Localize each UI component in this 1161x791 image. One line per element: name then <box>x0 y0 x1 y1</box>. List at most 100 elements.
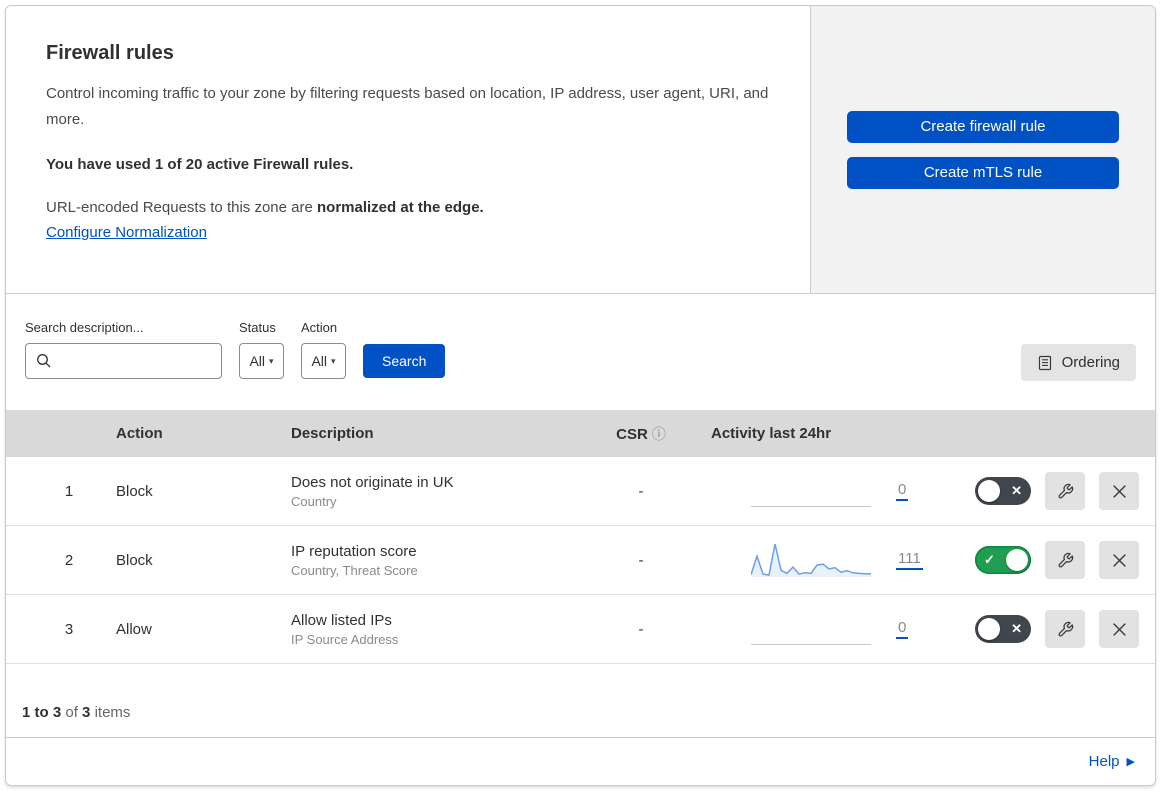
edit-rule-button[interactable] <box>1045 610 1085 648</box>
activity-count-link[interactable]: 0 <box>896 619 909 639</box>
rule-activity-cell: 0 <box>701 609 936 649</box>
search-input[interactable] <box>52 352 202 370</box>
activity-sparkline <box>751 540 871 580</box>
rule-controls <box>936 472 1155 510</box>
activity-count-link[interactable]: 111 <box>896 550 923 570</box>
of-text: of <box>65 704 78 721</box>
rule-match-fields: Country <box>291 493 337 509</box>
action-column-header: Action <box>116 425 163 442</box>
toggle-knob <box>978 618 1000 640</box>
rule-priority: 2 <box>64 551 74 569</box>
wrench-icon <box>1057 552 1074 569</box>
rule-controls <box>936 541 1155 579</box>
search-button[interactable]: Search <box>363 344 446 378</box>
rule-priority: 1 <box>64 482 74 500</box>
rule-action: Allow <box>116 620 152 638</box>
action-select[interactable]: All ▾ <box>301 343 346 379</box>
table-row: 2 Block IP reputation score Country, Thr… <box>6 526 1155 595</box>
activity-sparkline <box>751 609 871 649</box>
delete-rule-button[interactable] <box>1099 610 1139 648</box>
rule-csr-value: - <box>638 620 644 638</box>
rule-match-fields: Country, Threat Score <box>291 562 418 578</box>
toggle-knob <box>978 480 1000 502</box>
status-select-value: All <box>249 353 266 369</box>
table-row: 1 Block Does not originate in UK Country… <box>6 457 1155 526</box>
configure-normalization-link[interactable]: Configure Normalization <box>46 224 207 241</box>
normalization-bold: normalized at the edge. <box>317 199 484 216</box>
help-link-label: Help <box>1088 752 1120 770</box>
rule-enabled-toggle[interactable] <box>975 615 1031 643</box>
help-link[interactable]: Help ▶ <box>1089 753 1135 770</box>
rule-csr-value: - <box>638 551 644 569</box>
activity-column-header: Activity last 24hr <box>711 425 832 442</box>
chevron-down-icon: ▾ <box>331 355 336 366</box>
action-filter-group: Action All ▾ <box>301 320 346 379</box>
status-label: Status <box>239 320 276 335</box>
rule-description-cell: Allow listed IPs IP Source Address <box>281 612 611 647</box>
normalization-text: URL-encoded Requests to this zone are no… <box>46 199 770 216</box>
rule-action: Block <box>116 551 153 569</box>
search-icon <box>36 353 52 369</box>
activity-count-link[interactable]: 0 <box>896 481 909 501</box>
filter-section: Search description... Status All ▾ Actio… <box>6 294 1155 410</box>
create-firewall-rule-button[interactable]: Create firewall rule <box>847 110 1119 143</box>
main-container: Firewall rules Control incoming traffic … <box>5 5 1156 786</box>
table-row: 3 Allow Allow listed IPs IP Source Addre… <box>6 595 1155 664</box>
rule-action: Block <box>116 482 153 500</box>
action-select-value: All <box>311 353 328 369</box>
toggle-state-icon <box>1011 483 1022 499</box>
page-title: Firewall rules <box>46 42 174 64</box>
rule-description: Does not originate in UK <box>291 473 454 491</box>
rule-controls <box>936 610 1155 648</box>
arrow-right-icon: ▶ <box>1126 755 1135 768</box>
rule-enabled-toggle[interactable] <box>975 477 1031 505</box>
activity-sparkline <box>751 471 871 511</box>
help-bar: Help ▶ <box>6 738 1155 784</box>
rule-match-fields: IP Source Address <box>291 631 399 647</box>
total-value: 3 <box>82 704 91 721</box>
ordering-button[interactable]: Ordering <box>1020 344 1136 381</box>
delete-rule-button[interactable] <box>1099 541 1139 579</box>
rule-description: IP reputation score <box>291 542 417 560</box>
toggle-state-icon <box>1011 621 1022 637</box>
search-label: Search description... <box>25 320 144 335</box>
overview-section: Firewall rules Control incoming traffic … <box>6 6 1155 294</box>
filter-row: Search description... Status All ▾ Actio… <box>25 320 1136 379</box>
create-mtls-rule-button[interactable]: Create mTLS rule <box>847 156 1119 189</box>
items-text: items <box>94 704 131 721</box>
rule-description: Allow listed IPs <box>291 611 392 629</box>
csr-header-label: CSR <box>616 425 648 443</box>
ordering-button-label: Ordering <box>1061 354 1120 371</box>
status-filter-group: Status All ▾ <box>239 320 284 379</box>
action-label: Action <box>301 320 338 335</box>
edit-rule-button[interactable] <box>1045 541 1085 579</box>
close-icon <box>1111 621 1128 638</box>
delete-rule-button[interactable] <box>1099 472 1139 510</box>
rule-csr-value: - <box>638 482 644 500</box>
intro-panel: Firewall rules Control incoming traffic … <box>6 6 811 293</box>
normalization-prefix: URL-encoded Requests to this zone are <box>46 199 313 216</box>
firewall-rules-page: Firewall rules Control incoming traffic … <box>0 0 1161 791</box>
description-column-header: Description <box>291 425 374 442</box>
status-select[interactable]: All ▾ <box>239 343 284 379</box>
edit-rule-button[interactable] <box>1045 472 1085 510</box>
rule-activity-cell: 111 <box>701 540 936 580</box>
wrench-icon <box>1057 621 1074 638</box>
search-input-wrapper <box>25 343 222 379</box>
actions-panel: Create firewall rule Create mTLS rule <box>811 6 1155 293</box>
rule-enabled-toggle[interactable] <box>975 546 1031 574</box>
range-value: 1 to 3 <box>22 704 62 721</box>
rule-description-cell: Does not originate in UK Country <box>281 474 611 509</box>
page-description: Control incoming traffic to your zone by… <box>46 85 769 128</box>
pagination-summary: 1 to 3 of 3 items <box>6 664 1155 738</box>
toggle-state-icon <box>984 552 995 568</box>
chevron-down-icon: ▾ <box>269 355 274 366</box>
wrench-icon <box>1057 483 1074 500</box>
toggle-knob <box>1006 549 1028 571</box>
csr-column-header: CSR ⓘ <box>611 424 701 444</box>
info-icon[interactable]: ⓘ <box>652 426 666 442</box>
usage-notice: You have used 1 of 20 active Firewall ru… <box>46 156 354 173</box>
rule-description-cell: IP reputation score Country, Threat Scor… <box>281 543 611 578</box>
table-header-row: Action Description CSR ⓘ Activity last 24… <box>6 410 1155 457</box>
items-range-text: 1 to 3 of 3 items <box>22 704 130 721</box>
